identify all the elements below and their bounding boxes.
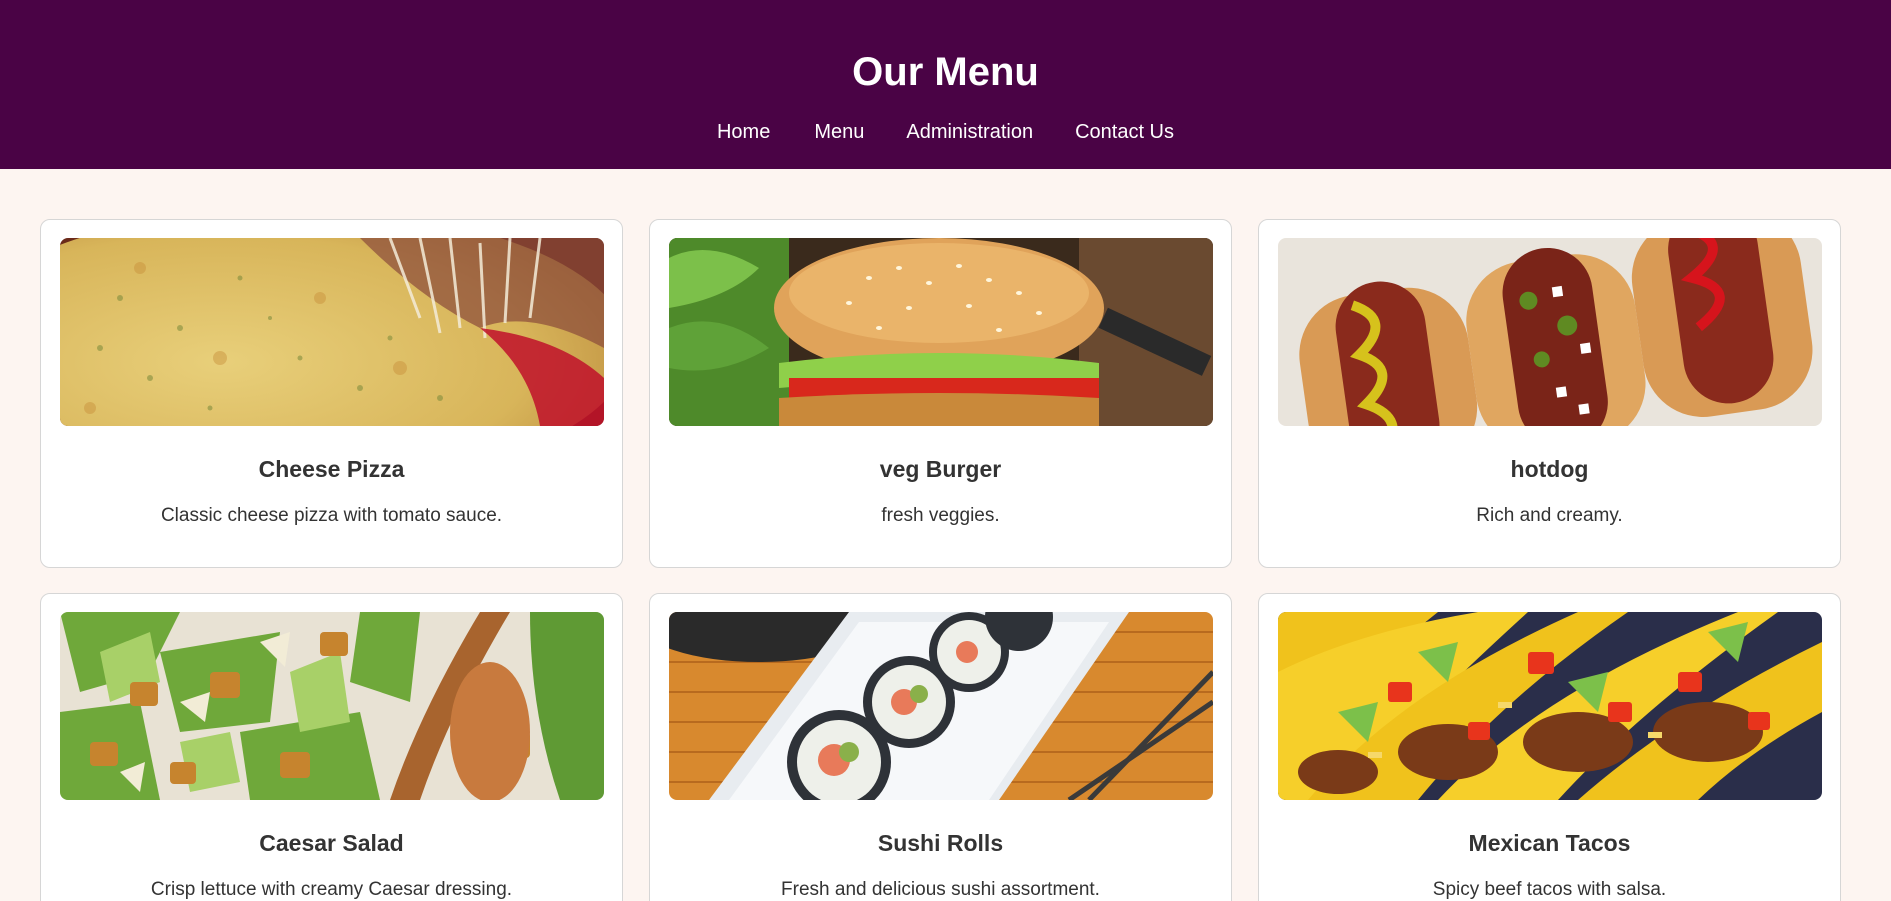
menu-item-name: Mexican Tacos bbox=[1468, 830, 1631, 856]
hotdog-image bbox=[1278, 238, 1822, 426]
menu-grid: Cheese Pizza Classic cheese pizza with t… bbox=[40, 219, 1841, 901]
menu-item-name: Cheese Pizza bbox=[258, 456, 405, 482]
menu-item-name: Caesar Salad bbox=[259, 830, 404, 856]
nav-link-administration[interactable]: Administration bbox=[906, 119, 1033, 145]
menu-item-description: fresh veggies. bbox=[881, 505, 1000, 526]
menu-item-name: hotdog bbox=[1510, 456, 1589, 482]
nav-link-contact-us[interactable]: Contact Us bbox=[1075, 119, 1174, 145]
page-title: Our Menu bbox=[852, 50, 1039, 94]
menu-item-description: Crisp lettuce with creamy Caesar dressin… bbox=[150, 879, 513, 900]
menu-card: Cheese Pizza Classic cheese pizza with t… bbox=[40, 219, 623, 568]
nav-link-home[interactable]: Home bbox=[717, 119, 770, 145]
menu-item-name: Sushi Rolls bbox=[877, 830, 1004, 856]
caesar-salad-image bbox=[60, 612, 604, 800]
menu-item-description: Fresh and delicious sushi assortment. bbox=[781, 879, 1100, 900]
nav-link-menu[interactable]: Menu bbox=[814, 119, 864, 145]
menu-card: Sushi Rolls Fresh and delicious sushi as… bbox=[649, 593, 1232, 901]
veg-burger-image bbox=[669, 238, 1213, 426]
menu-item-description: Spicy beef tacos with salsa. bbox=[1432, 879, 1667, 900]
menu-card: veg Burger fresh veggies. bbox=[649, 219, 1232, 568]
main-nav: Home Menu Administration Contact Us bbox=[0, 119, 1891, 145]
menu-card: Mexican Tacos Spicy beef tacos with sals… bbox=[1258, 593, 1841, 901]
mexican-tacos-image bbox=[1278, 612, 1822, 800]
sushi-rolls-image bbox=[669, 612, 1213, 800]
site-header: Our Menu Home Menu Administration Contac… bbox=[0, 0, 1891, 169]
menu-item-description: Rich and creamy. bbox=[1476, 505, 1623, 526]
menu-card: hotdog Rich and creamy. bbox=[1258, 219, 1841, 568]
menu-item-name: veg Burger bbox=[879, 456, 1002, 482]
menu-card: Caesar Salad Crisp lettuce with creamy C… bbox=[40, 593, 623, 901]
menu-item-description: Classic cheese pizza with tomato sauce. bbox=[160, 505, 503, 526]
cheese-pizza-image bbox=[60, 238, 604, 426]
